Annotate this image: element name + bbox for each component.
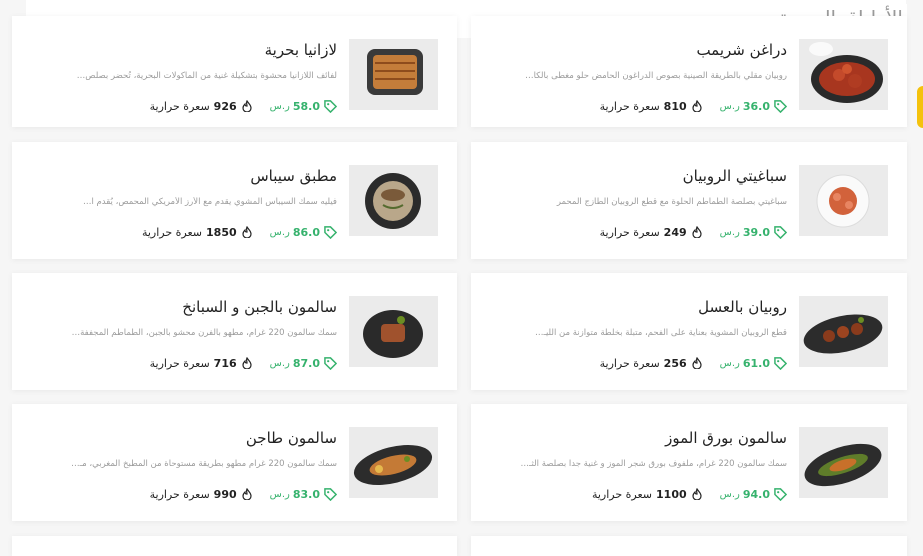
menu-item-card[interactable]: لازانيا بحرية لفائف اللازانيا محشوة بتشك… (12, 16, 457, 127)
dish-meta: 86.0 ر.س 1850 سعرة حرارية (142, 224, 337, 240)
dish-meta: 83.0 ر.س 990 سعرة حرارية (150, 486, 337, 502)
menu-item-card[interactable]: دراغن شريمب روبيان مقلي بالطريقة الصينية… (471, 16, 907, 127)
dish-name: روبيان بالعسل (698, 298, 787, 316)
dish-description: روبيان مقلي بالطريقة الصينية بصوص الدراغ… (525, 71, 787, 81)
dish-price: 58.0 (292, 99, 320, 113)
dish-price: 87.0 (292, 356, 320, 370)
menu-item-card-partial[interactable] (471, 536, 907, 556)
dish-image (799, 427, 888, 498)
dish-description: سمك سالمون 220 غرام، مطهو بالفرن محشو با… (71, 328, 337, 338)
dish-meta: 36.0 ر.س 810 سعرة حرارية (600, 98, 787, 114)
flame-icon (242, 226, 252, 238)
calories-label: سعرة حرارية (141, 225, 203, 239)
dish-price: 83.0 (292, 487, 320, 501)
dish-name: سالمون طاجن (245, 429, 337, 447)
menu-item-card[interactable]: سالمون بالجبن و السبانخ سمك سالمون 220 غ… (12, 273, 457, 390)
dish-name: دراغن شريمب (696, 41, 787, 59)
dish-image (799, 296, 888, 367)
price-tag-icon (324, 356, 337, 370)
price-tag-icon (324, 487, 337, 501)
calories-label: سعرة حرارية (149, 356, 210, 370)
calories-label: سعرة حرارية (149, 487, 210, 501)
dish-meta: 61.0 ر.س 256 سعرة حرارية (600, 355, 787, 371)
calories-label: سعرة حرارية (599, 225, 660, 239)
price-tag-icon (774, 99, 787, 113)
currency-label: ر.س (719, 488, 740, 500)
dish-image (349, 39, 438, 110)
currency-label: ر.س (269, 488, 290, 500)
currency-label: ر.س (269, 100, 290, 112)
menu-item-card[interactable]: روبيان بالعسل قطع الروبيان المشوية بعناي… (471, 273, 907, 390)
dish-name: سباغيتي الروبيان (682, 167, 787, 185)
flame-icon (692, 226, 702, 238)
dish-image (799, 39, 888, 110)
calories-label: سعرة حرارية (149, 99, 210, 113)
price-tag-icon (774, 487, 787, 501)
flame-icon (692, 100, 702, 112)
dish-calories: 249 (663, 225, 687, 239)
menu-item-card[interactable]: سالمون طاجن سمك سالمون 220 غرام مطهو بطر… (12, 404, 457, 521)
price-tag-icon (774, 356, 787, 370)
flame-icon (242, 488, 252, 500)
dish-name: مطبق سيباس (250, 167, 337, 185)
currency-label: ر.س (269, 357, 290, 369)
dish-image (799, 165, 888, 236)
dish-price: 94.0 (742, 487, 770, 501)
price-tag-icon (774, 225, 787, 239)
dish-calories: 810 (663, 99, 687, 113)
dish-image (349, 165, 438, 236)
dish-calories: 1100 (656, 487, 687, 501)
currency-label: ر.س (719, 357, 740, 369)
menu-item-card-partial[interactable] (12, 536, 457, 556)
dish-description: سباغيتي بصلصة الطماطم الحلوة مع قطع الرو… (556, 197, 787, 207)
flame-icon (692, 488, 702, 500)
flame-icon (692, 357, 702, 369)
calories-label: سعرة حرارية (599, 99, 660, 113)
dish-meta: 87.0 ر.س 716 سعرة حرارية (150, 355, 337, 371)
dish-description: سمك سالمون 220 غرام، ملفوف بورق شجر المو… (520, 459, 788, 469)
side-drawer-tab[interactable] (917, 86, 923, 128)
dish-price: 61.0 (742, 356, 770, 370)
dish-name: لازانيا بحرية (264, 41, 337, 59)
dish-meta: 39.0 ر.س 249 سعرة حرارية (600, 224, 787, 240)
dish-description: فيليه سمك السيباس المشوي يقدم مع الأرز ا… (82, 197, 337, 207)
dish-price: 36.0 (742, 99, 770, 113)
dish-description: لفائف اللازانيا محشوة بتشكيلة غنية من ال… (76, 71, 337, 81)
currency-label: ر.س (719, 100, 740, 112)
dish-calories: 256 (663, 356, 687, 370)
dish-price: 86.0 (292, 225, 320, 239)
menu-item-card[interactable]: سالمون بورق الموز سمك سالمون 220 غرام، م… (471, 404, 907, 521)
dish-calories: 716 (213, 356, 237, 370)
flame-icon (242, 357, 252, 369)
dish-name: سالمون بالجبن و السبانخ (182, 298, 337, 316)
currency-label: ر.س (719, 226, 740, 238)
price-tag-icon (324, 225, 337, 239)
dish-description: قطع الروبيان المشوية بعناية على الفحم، م… (535, 328, 787, 338)
dish-name: سالمون بورق الموز (665, 429, 787, 447)
price-tag-icon (324, 99, 337, 113)
dish-calories: 990 (213, 487, 237, 501)
dish-meta: 58.0 ر.س 926 سعرة حرارية (150, 98, 337, 114)
dish-description: سمك سالمون 220 غرام مطهو بطريقة مستوحاة … (71, 459, 337, 469)
dish-image (349, 296, 438, 367)
dish-calories: 1850 (206, 225, 237, 239)
menu-item-card[interactable]: سباغيتي الروبيان سباغيتي بصلصة الطماطم ا… (471, 142, 907, 259)
dish-image (349, 427, 438, 498)
calories-label: سعرة حرارية (591, 487, 653, 501)
menu-item-card[interactable]: مطبق سيباس فيليه سمك السيباس المشوي يقدم… (12, 142, 457, 259)
dish-price: 39.0 (742, 225, 770, 239)
flame-icon (242, 100, 252, 112)
dish-meta: 94.0 ر.س 1100 سعرة حرارية (592, 486, 787, 502)
currency-label: ر.س (269, 226, 290, 238)
calories-label: سعرة حرارية (599, 356, 660, 370)
dish-calories: 926 (213, 99, 237, 113)
